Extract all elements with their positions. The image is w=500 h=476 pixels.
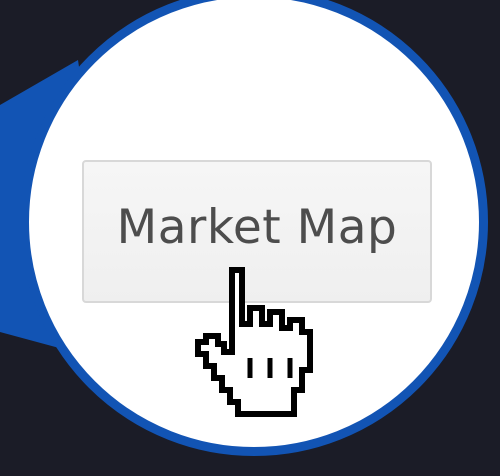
market-map-button-label: Market Map	[116, 200, 398, 255]
hand-pointer-icon	[195, 267, 313, 417]
zoom-illustration: Market Map	[0, 0, 500, 476]
